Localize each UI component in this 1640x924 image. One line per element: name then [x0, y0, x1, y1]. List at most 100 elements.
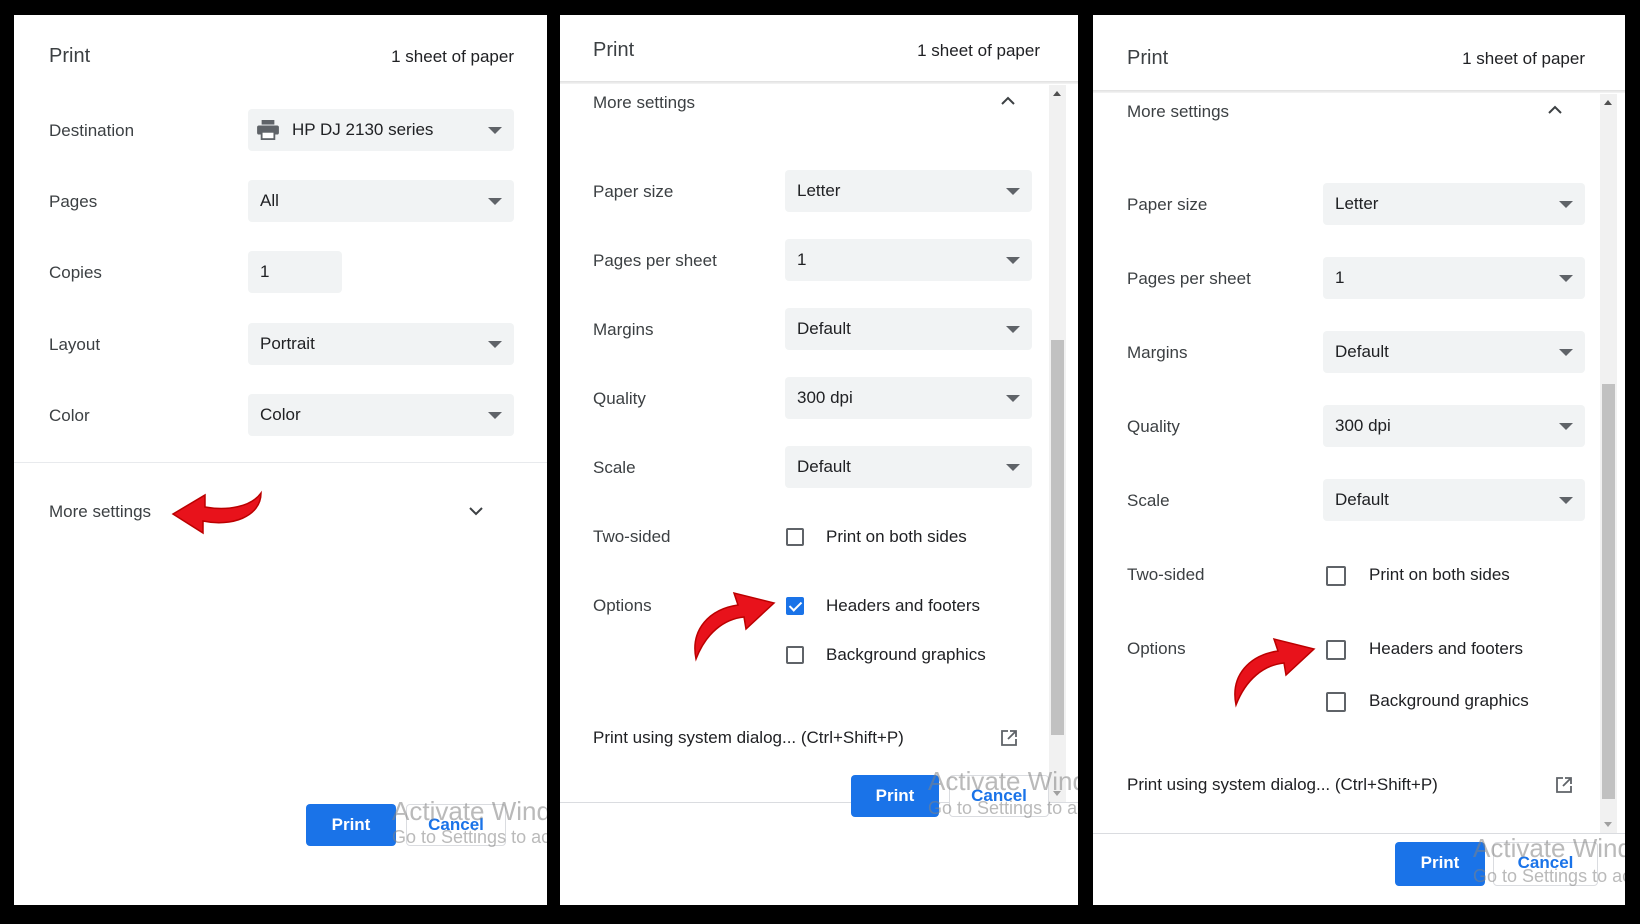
two-sided-checkbox[interactable] — [786, 528, 804, 546]
annotation-arrow-icon — [171, 490, 262, 535]
background-graphics-checkbox[interactable] — [786, 646, 804, 664]
dialog-title: Print — [1127, 47, 1169, 69]
dropdown-arrow-icon — [1559, 497, 1573, 504]
more-settings-label: More settings — [1127, 102, 1230, 121]
paper-size-value: Letter — [1335, 194, 1379, 213]
options-label: Options — [1127, 639, 1186, 658]
pages-per-sheet-label: Pages per sheet — [1127, 269, 1251, 288]
dropdown-arrow-icon — [1006, 257, 1020, 264]
print-button[interactable]: Print — [1395, 842, 1485, 886]
system-dialog-link[interactable]: Print using system dialog... (Ctrl+Shift… — [1093, 765, 1598, 799]
two-sided-option: Print on both sides — [1369, 565, 1510, 584]
destination-value: HP DJ 2130 series — [292, 120, 434, 139]
scrollbar-thumb[interactable] — [1051, 340, 1064, 735]
sheet-count: 1 sheet of paper — [1462, 49, 1585, 68]
print-dialog-basic: Print 1 sheet of paper Destination HP DJ… — [14, 15, 547, 905]
cancel-button[interactable]: Cancel — [1493, 842, 1598, 886]
chevron-down-icon — [469, 507, 483, 516]
copies-input[interactable]: 1 — [248, 251, 342, 293]
more-settings-toggle[interactable]: More settings — [14, 485, 547, 535]
margins-select[interactable]: Default — [1323, 331, 1585, 373]
dropdown-arrow-icon — [1559, 423, 1573, 430]
quality-value: 300 dpi — [1335, 416, 1391, 435]
pages-per-sheet-label: Pages per sheet — [593, 251, 717, 270]
dropdown-arrow-icon — [1559, 275, 1573, 282]
paper-size-select[interactable]: Letter — [1323, 183, 1585, 225]
margins-label: Margins — [1127, 343, 1188, 362]
quality-select[interactable]: 300 dpi — [1323, 405, 1585, 447]
footer-divider — [1093, 833, 1625, 834]
scroll-up-icon[interactable] — [1604, 100, 1612, 105]
pages-per-sheet-select[interactable]: 1 — [1323, 257, 1585, 299]
two-sided-label: Two-sided — [593, 527, 671, 546]
dropdown-arrow-icon — [1006, 464, 1020, 471]
dropdown-arrow-icon — [488, 198, 502, 205]
color-label: Color — [49, 406, 90, 425]
scale-select[interactable]: Default — [1323, 479, 1585, 521]
color-select[interactable]: Color — [248, 394, 514, 436]
sheet-count: 1 sheet of paper — [391, 47, 514, 66]
margins-label: Margins — [593, 320, 654, 339]
cancel-button[interactable]: Cancel — [406, 804, 506, 846]
dropdown-arrow-icon — [1006, 326, 1020, 333]
scale-label: Scale — [593, 458, 636, 477]
scroll-down-icon[interactable] — [1053, 791, 1061, 796]
printer-icon — [257, 120, 279, 140]
headers-footers-checkbox[interactable] — [1326, 640, 1346, 660]
two-sided-label: Two-sided — [1127, 565, 1205, 584]
print-dialog-more-settings-unchecked: Print 1 sheet of paper More settings Pap… — [1093, 15, 1625, 905]
quality-label: Quality — [593, 389, 646, 408]
quality-label: Quality — [1127, 417, 1180, 436]
quality-select[interactable]: 300 dpi — [785, 377, 1032, 419]
dropdown-arrow-icon — [488, 412, 502, 419]
scale-value: Default — [1335, 490, 1389, 509]
chevron-up-icon — [1001, 96, 1015, 105]
print-button[interactable]: Print — [306, 804, 396, 846]
pages-per-sheet-value: 1 — [1335, 268, 1345, 287]
dropdown-arrow-icon — [488, 341, 502, 348]
pages-per-sheet-value: 1 — [797, 250, 807, 269]
section-divider — [14, 462, 547, 463]
copies-label: Copies — [49, 263, 102, 282]
layout-value: Portrait — [260, 334, 315, 353]
headers-footers-checkbox[interactable] — [786, 597, 804, 615]
pages-value: All — [260, 191, 279, 210]
pages-per-sheet-select[interactable]: 1 — [785, 239, 1032, 281]
layout-label: Layout — [49, 335, 101, 354]
system-dialog-label: Print using system dialog... (Ctrl+Shift… — [593, 728, 904, 747]
scroll-down-icon[interactable] — [1604, 822, 1612, 827]
layout-select[interactable]: Portrait — [248, 323, 514, 365]
more-settings-label: More settings — [49, 502, 152, 521]
headers-footers-option: Headers and footers — [826, 596, 981, 615]
paper-size-select[interactable]: Letter — [785, 170, 1032, 212]
dropdown-arrow-icon — [1559, 201, 1573, 208]
background-graphics-checkbox[interactable] — [1326, 692, 1346, 712]
scrollbar-thumb[interactable] — [1602, 384, 1615, 799]
system-dialog-link[interactable]: Print using system dialog... (Ctrl+Shift… — [560, 715, 1050, 749]
scale-select[interactable]: Default — [785, 446, 1032, 488]
dialog-title: Print — [49, 45, 91, 67]
margins-select[interactable]: Default — [785, 308, 1032, 350]
settings-scrollbar[interactable] — [1049, 85, 1066, 803]
more-settings-toggle[interactable]: More settings — [1093, 92, 1598, 126]
color-value: Color — [260, 405, 301, 424]
scale-value: Default — [797, 457, 851, 476]
destination-select[interactable]: HP DJ 2130 series — [248, 109, 514, 151]
dropdown-arrow-icon — [1006, 188, 1020, 195]
print-button[interactable]: Print — [851, 775, 939, 817]
more-settings-toggle[interactable]: More settings — [560, 83, 1050, 117]
scroll-up-icon[interactable] — [1053, 91, 1061, 96]
cancel-button[interactable]: Cancel — [949, 775, 1049, 817]
options-label: Options — [593, 596, 652, 615]
settings-scrollbar[interactable] — [1600, 94, 1617, 834]
two-sided-checkbox[interactable] — [1326, 566, 1346, 586]
margins-value: Default — [797, 319, 851, 338]
margins-value: Default — [1335, 342, 1389, 361]
dropdown-arrow-icon — [488, 127, 502, 134]
quality-value: 300 dpi — [797, 388, 853, 407]
background-graphics-option: Background graphics — [1369, 691, 1529, 710]
pages-select[interactable]: All — [248, 180, 514, 222]
two-sided-option: Print on both sides — [826, 527, 967, 546]
background-graphics-option: Background graphics — [826, 645, 986, 664]
dropdown-arrow-icon — [1559, 349, 1573, 356]
